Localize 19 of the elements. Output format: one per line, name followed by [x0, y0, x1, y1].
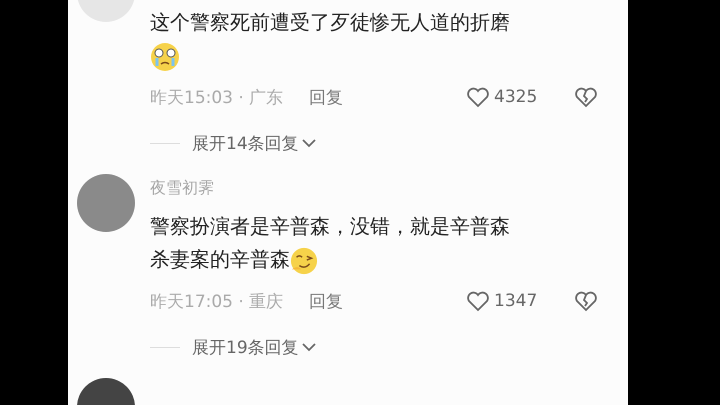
comment-text: 这个警察死前遭受了歹徒惨无人道的折磨 [150, 6, 522, 72]
heart-icon[interactable] [466, 290, 490, 312]
smirk-face-icon [290, 246, 318, 275]
username[interactable]: 夜雪初霁 [150, 178, 598, 200]
like-count: 1347 [494, 291, 538, 311]
chevron-down-icon [300, 137, 317, 149]
broken-heart-icon[interactable] [574, 290, 598, 312]
expand-replies-link[interactable]: 展开14条回复 [192, 132, 317, 154]
broken-heart-icon[interactable] [574, 86, 598, 108]
like-count: 4325 [494, 87, 538, 107]
comment-text: 警察扮演者是辛普森，没错，就是辛普森杀妻案的辛普森 [150, 210, 522, 276]
expand-replies-link[interactable]: 展开19条回复 [192, 336, 317, 358]
reply-link[interactable]: 回复 [309, 86, 344, 108]
comment-time-location: 昨天17:05 · 重庆 [150, 290, 284, 312]
reply-link[interactable]: 回复 [309, 290, 344, 312]
crying-face-icon [150, 42, 180, 72]
chevron-down-icon [300, 341, 317, 353]
heart-icon[interactable] [466, 86, 490, 108]
comment-time-location: 昨天15:03 · 广东 [150, 86, 284, 108]
